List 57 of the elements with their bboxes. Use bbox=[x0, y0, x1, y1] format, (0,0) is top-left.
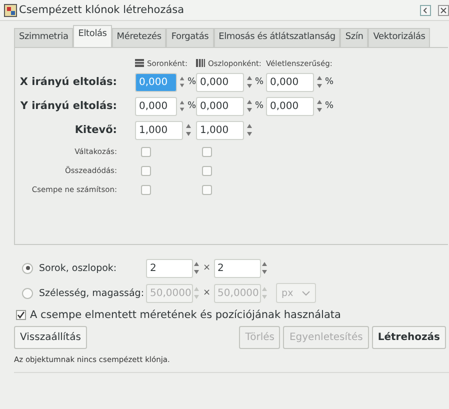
checkbox[interactable] bbox=[202, 146, 212, 156]
unit-label: % bbox=[255, 77, 264, 87]
checkbox-label: A csempe elmentett méretének és pozíciójának használata bbox=[30, 309, 341, 321]
unit-label: % bbox=[255, 101, 264, 111]
action-button[interactable]: Visszaállítás bbox=[14, 326, 87, 349]
number-field[interactable]: 1,000 bbox=[135, 120, 183, 140]
window-title: Csempézett klónok létrehozása bbox=[19, 4, 186, 16]
spin-arrows-icon[interactable] bbox=[185, 122, 192, 138]
columns-icon bbox=[196, 59, 205, 67]
number-field[interactable]: 0,000 bbox=[135, 96, 178, 116]
field-label: Kitevő: bbox=[74, 123, 118, 138]
number-field[interactable]: 2 bbox=[214, 258, 261, 278]
checkbox[interactable] bbox=[141, 166, 151, 176]
checkbox[interactable] bbox=[16, 310, 26, 320]
dock-icon[interactable] bbox=[420, 4, 431, 16]
spin-arrows-icon[interactable] bbox=[316, 74, 323, 90]
spin-arrows-icon[interactable] bbox=[246, 98, 253, 114]
tab[interactable]: Méretezés bbox=[112, 28, 166, 47]
spin-arrows-icon[interactable] bbox=[193, 260, 200, 276]
option-label: Sorok, oszlopok: bbox=[39, 262, 118, 274]
tab[interactable]: Szín bbox=[340, 28, 368, 47]
field-label: Y irányú eltolás: bbox=[19, 99, 118, 114]
checkbox[interactable] bbox=[141, 184, 151, 194]
checkbox[interactable] bbox=[202, 166, 212, 176]
spin-arrows-icon[interactable] bbox=[179, 98, 186, 114]
number-field[interactable]: 0,000 bbox=[266, 96, 314, 116]
checkbox[interactable] bbox=[141, 146, 151, 156]
action-button[interactable]: Létrehozás bbox=[372, 326, 446, 349]
rows-icon bbox=[135, 59, 144, 67]
chevron-down-icon bbox=[302, 290, 310, 296]
option-label: Szélesség, magasság: bbox=[39, 288, 146, 298]
tab[interactable]: Elmosás és átlátszatlanság bbox=[214, 28, 340, 47]
times-sign: × bbox=[203, 288, 211, 298]
unit-label: % bbox=[187, 77, 196, 87]
number-field[interactable]: 0,000 bbox=[196, 96, 244, 116]
checkbox[interactable] bbox=[202, 184, 212, 194]
number-field[interactable]: 2 bbox=[146, 258, 193, 278]
radio-button[interactable] bbox=[22, 262, 33, 274]
close-icon[interactable] bbox=[438, 4, 449, 16]
tab[interactable]: Eltolás bbox=[73, 25, 112, 47]
unit-label: % bbox=[187, 101, 196, 111]
field-label: X irányú eltolás: bbox=[18, 75, 118, 90]
app-icon bbox=[4, 4, 17, 16]
unit-label: % bbox=[325, 77, 334, 87]
number-field[interactable]: 0,000 bbox=[196, 72, 244, 92]
number-field[interactable]: 0,000 bbox=[266, 72, 314, 92]
spin-arrows-icon[interactable] bbox=[260, 260, 268, 276]
spin-arrows-icon[interactable] bbox=[179, 74, 186, 90]
spin-arrows-icon[interactable] bbox=[316, 98, 323, 114]
tab[interactable]: Forgatás bbox=[166, 28, 214, 47]
spin-arrows-icon[interactable] bbox=[246, 74, 253, 90]
unit-label: % bbox=[325, 101, 334, 111]
times-sign: × bbox=[203, 263, 211, 273]
tab[interactable]: Szimmetria bbox=[14, 28, 74, 47]
spin-arrows-icon[interactable] bbox=[246, 122, 253, 138]
tab[interactable]: Vektorizálás bbox=[368, 28, 430, 47]
number-field[interactable]: 1,000 bbox=[196, 120, 244, 140]
